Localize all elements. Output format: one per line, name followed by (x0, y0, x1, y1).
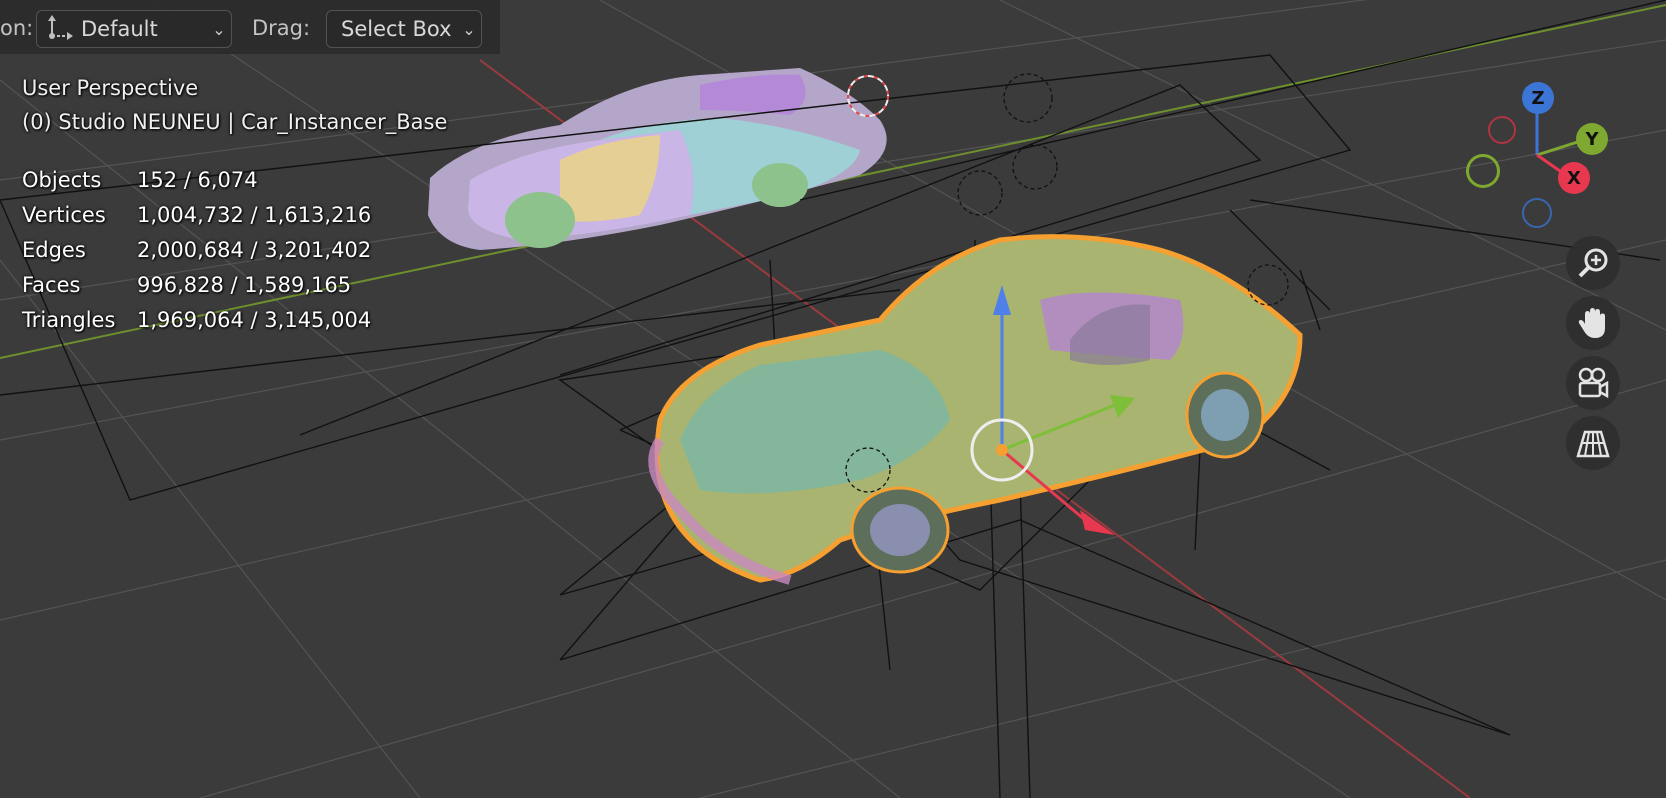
perspective-grid-icon (1576, 430, 1610, 458)
drag-label: Drag: (252, 16, 311, 40)
view-name: User Perspective (22, 76, 199, 100)
stat-triangles: Triangles 1,969,064 / 3,145,004 (22, 308, 372, 332)
drag-dropdown[interactable]: Select Box ⌄ (326, 10, 482, 48)
navigation-gizmo[interactable]: Z Y X (1466, 80, 1608, 230)
gizmo-z-negative[interactable] (1522, 198, 1552, 228)
gizmo-y-negative[interactable] (1466, 154, 1500, 188)
perspective-toggle-button[interactable] (1566, 416, 1620, 470)
stat-objects: Objects 152 / 6,074 (22, 168, 258, 192)
gizmo-x-negative[interactable] (1488, 116, 1516, 144)
orientation-value: Default (81, 17, 158, 41)
drag-value: Select Box (341, 17, 452, 41)
stat-edges: Edges 2,000,684 / 3,201,402 (22, 238, 372, 262)
gizmo-z-positive[interactable]: Z (1522, 82, 1554, 114)
selected-car (648, 234, 1303, 585)
chevron-down-icon: ⌄ (462, 19, 476, 39)
pan-button[interactable] (1566, 296, 1620, 350)
gizmo-y-positive[interactable]: Y (1576, 123, 1608, 155)
zoom-button[interactable] (1566, 236, 1620, 290)
zoom-icon (1578, 248, 1608, 278)
camera-view-button[interactable] (1566, 356, 1620, 410)
viewport-header: on: Default ⌄ Drag: Select Box ⌄ (0, 0, 500, 54)
orientation-label: on: (0, 16, 34, 40)
stat-faces: Faces 996,828 / 1,589,165 (22, 273, 352, 297)
camera-icon (1578, 367, 1609, 399)
transform-orientation-icon (37, 14, 81, 45)
chevron-down-icon: ⌄ (212, 19, 226, 39)
gizmo-x-positive[interactable]: X (1558, 162, 1590, 194)
orientation-dropdown[interactable]: Default ⌄ (36, 10, 232, 48)
convertible-car (428, 68, 887, 250)
stat-vertices: Vertices 1,004,732 / 1,613,216 (22, 203, 372, 227)
scene-info: (0) Studio NEUNEU | Car_Instancer_Base (22, 110, 448, 134)
hand-pan-icon (1578, 308, 1605, 338)
